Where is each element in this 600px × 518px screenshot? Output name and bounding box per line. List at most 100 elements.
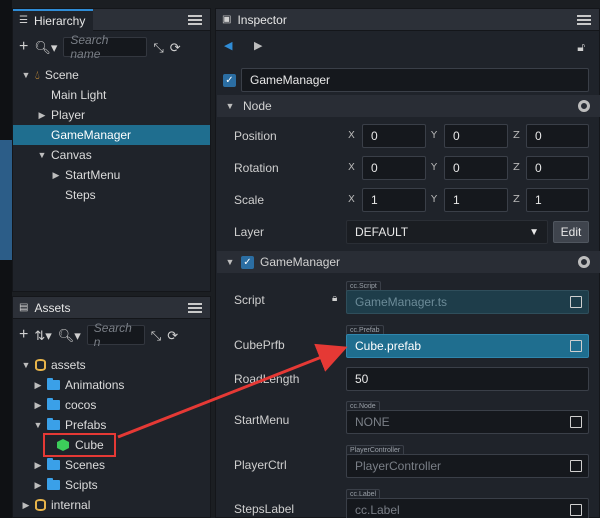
tree-item-cocos[interactable]: ▶ cocos [13,395,210,415]
refresh-icon[interactable]: ⟳ [167,329,178,342]
tree-item-scene[interactable]: ▼ 💧︎ Scene [13,65,210,85]
tab-hierarchy[interactable]: ☰ Hierarchy [13,9,94,31]
expand-arrow-icon[interactable]: ▶ [21,500,31,511]
axis-z-label: Z [513,194,520,205]
back-arrow-icon[interactable]: ◀ [224,41,232,52]
hierarchy-search-input[interactable]: Search name [63,33,148,61]
tree-item-player[interactable]: ▶ Player [13,105,210,125]
node-section-header[interactable]: ▼ Node [217,95,600,117]
node-name-input[interactable]: GameManager [241,68,589,92]
tree-item-scipts[interactable]: ▶ Scipts [13,475,210,495]
locate-asset-icon[interactable] [570,460,582,472]
tree-item-steps[interactable]: Steps [13,185,210,205]
inspector-icon: ▣ [222,14,232,25]
search-filter-icon[interactable]: 🔍︎▾ [34,41,57,54]
gear-icon[interactable] [578,256,590,268]
tree-item-label: assets [51,358,86,372]
layer-label: Layer [234,225,265,239]
tree-item-prefabs[interactable]: ▼ Prefabs [13,415,210,435]
scale-y-input[interactable]: 1 [444,188,508,212]
player-ctrl-field[interactable]: PlayerController [346,454,589,478]
expand-arrow-icon[interactable]: ▼ [21,360,31,370]
axis-z-label: Z [513,130,520,141]
tree-item-label: Prefabs [65,418,107,432]
tree-item-internal[interactable]: ▶ internal [13,495,210,515]
folder-icon [47,418,60,430]
layer-edit-button[interactable]: Edit [553,221,589,243]
locate-asset-icon[interactable] [570,340,582,352]
position-y-input[interactable]: 0 [444,124,508,148]
rotation-x-input[interactable]: 0 [362,156,426,180]
rotation-label: Rotation [234,161,279,175]
expand-arrow-icon[interactable]: ▶ [37,110,47,121]
expand-arrow-icon[interactable]: ▼ [21,70,31,80]
tab-inspector-label: Inspector [237,13,287,27]
search-filter-icon[interactable]: 🔍︎▾ [58,329,81,342]
script-field-value: GameManager.ts [355,295,448,309]
assets-search-input[interactable]: Search n [86,321,145,349]
gear-icon[interactable] [578,100,590,112]
scene-icon: 💧︎ [35,67,40,82]
position-z-input[interactable]: 0 [526,124,589,148]
layer-select-value: DEFAULT [355,225,409,239]
collapse-icon[interactable]: ⤡ [151,329,161,342]
inspector-menu-icon[interactable] [577,13,591,27]
sort-icon[interactable]: ⇅▾ [34,329,51,342]
rotation-y-input[interactable]: 0 [444,156,508,180]
start-menu-field[interactable]: NONE [346,410,589,434]
road-length-input[interactable]: 50 [346,367,589,391]
component-section-header[interactable]: ▼ ✓ GameManager [217,251,600,273]
tree-item-gamemanager[interactable]: GameManager [13,125,210,145]
tab-inspector[interactable]: ▣ Inspector [216,9,295,31]
tab-assets[interactable]: ▤ Assets [13,297,78,319]
steps-label-field-value: cc.Label [355,503,400,517]
axis-x-label: X [348,194,355,205]
annotation-highlight-box [43,433,116,457]
collapse-arrow-icon[interactable]: ▼ [225,257,235,267]
expand-arrow-icon[interactable]: ▶ [33,380,43,391]
cube-prefab-field[interactable]: Cube.prefab [346,334,589,358]
tree-item-startmenu[interactable]: ▶ StartMenu [13,165,210,185]
script-label: Script [234,293,265,307]
hierarchy-header: ☰ Hierarchy [13,9,210,31]
window-edge-strip [0,0,12,518]
tree-item-main-light[interactable]: Main Light [13,85,210,105]
locate-asset-icon[interactable] [570,504,582,516]
refresh-icon[interactable]: ⟳ [170,41,181,54]
add-icon[interactable]: + [19,327,28,343]
position-x-input[interactable]: 0 [362,124,426,148]
collapse-icon[interactable]: ⤡ [153,41,163,54]
rotation-z-input[interactable]: 0 [526,156,589,180]
expand-arrow-icon[interactable]: ▶ [33,480,43,491]
tree-item-animations[interactable]: ▶ Animations [13,375,210,395]
scale-z-input[interactable]: 1 [526,188,589,212]
tree-item-label: Player [51,108,86,122]
tree-item-label: cocos [65,398,97,412]
tree-item-label: Canvas [51,148,92,162]
hierarchy-menu-icon[interactable] [188,13,202,27]
locate-asset-icon[interactable] [570,416,582,428]
expand-arrow-icon[interactable]: ▼ [37,150,47,160]
layer-select[interactable]: DEFAULT ▼ [346,220,548,244]
expand-arrow-icon[interactable]: ▶ [51,170,61,181]
expand-arrow-icon[interactable]: ▼ [33,420,43,430]
tree-item-assets[interactable]: ▼ assets [13,355,210,375]
tree-item-canvas[interactable]: ▼ Canvas [13,145,210,165]
assets-toolbar: + ⇅▾ 🔍︎▾ Search n ⤡ ⟳ [13,321,210,349]
collapse-arrow-icon[interactable]: ▼ [225,101,235,111]
tree-item-scenes[interactable]: ▶ Scenes [13,455,210,475]
steps-label-field[interactable]: cc.Label [346,498,589,518]
dropdown-arrow-icon: ▼ [529,226,539,238]
add-icon[interactable]: + [19,39,28,55]
forward-arrow-icon[interactable]: ▶ [254,41,262,52]
scale-x-input[interactable]: 1 [362,188,426,212]
assets-menu-icon[interactable] [188,301,202,315]
node-active-checkbox[interactable]: ✓ [223,74,236,87]
scale-label: Scale [234,193,265,207]
locate-asset-icon[interactable] [570,296,582,308]
component-enabled-checkbox[interactable]: ✓ [241,255,254,269]
expand-arrow-icon[interactable]: ▶ [33,460,43,471]
lock-icon: 🔒︎ [332,293,338,304]
expand-arrow-icon[interactable]: ▶ [33,400,43,411]
lock-icon[interactable]: 🔓︎ [577,41,585,53]
